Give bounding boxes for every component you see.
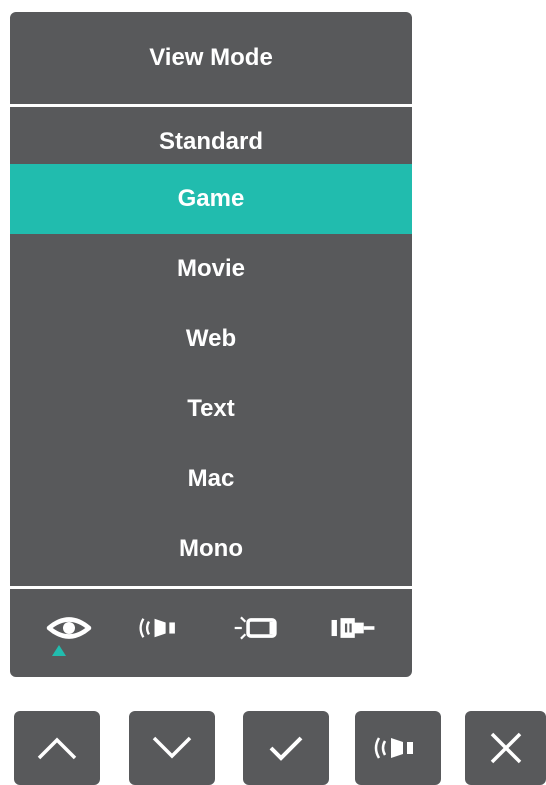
close-icon — [490, 732, 521, 764]
check-icon — [269, 736, 303, 761]
tab-input[interactable] — [328, 608, 378, 648]
down-icon — [152, 736, 192, 759]
eye-icon — [46, 617, 92, 639]
menu-item-mac[interactable]: Mac — [10, 444, 412, 514]
menu-item-movie[interactable]: Movie — [10, 234, 412, 304]
tab-display[interactable] — [232, 608, 282, 648]
icon-bar-divider — [10, 586, 412, 589]
menu-title: View Mode — [149, 44, 273, 71]
menu-item-mono[interactable]: Mono — [10, 514, 412, 584]
confirm-button[interactable] — [243, 711, 329, 785]
light-screen-icon — [234, 616, 277, 640]
speaker-icon — [374, 737, 413, 759]
menu-item-text[interactable]: Text — [10, 374, 412, 444]
menu-item-web[interactable]: Web — [10, 304, 412, 374]
active-tab-indicator — [52, 645, 66, 656]
speaker-icon — [139, 618, 175, 638]
osd-menu-panel: View Mode Standard Game Movie Web Text M… — [10, 12, 412, 677]
tab-audio[interactable] — [136, 608, 186, 648]
connector-icon — [331, 618, 375, 638]
up-button[interactable] — [14, 711, 100, 785]
tab-view-mode[interactable] — [44, 608, 94, 648]
menu-item-game[interactable]: Game — [10, 164, 412, 234]
close-button[interactable] — [465, 711, 546, 785]
audio-button[interactable] — [355, 711, 441, 785]
tab-bar — [10, 590, 412, 677]
up-icon — [37, 737, 77, 760]
down-button[interactable] — [129, 711, 215, 785]
